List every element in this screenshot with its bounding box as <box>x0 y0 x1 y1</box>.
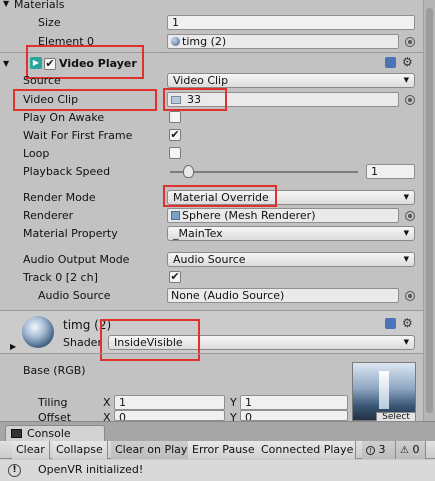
element0-value: timg (2) <box>182 35 227 48</box>
console-tab[interactable]: Console <box>5 425 105 442</box>
base-rgb-label: Base (RGB) <box>23 364 86 377</box>
object-picker-icon[interactable] <box>405 37 415 47</box>
dropdown-arrow-icon: ▼ <box>403 193 409 201</box>
playback-speed-slider-track[interactable] <box>170 171 358 173</box>
material-sphere-icon <box>171 37 180 46</box>
help-book-icon[interactable] <box>385 57 396 68</box>
source-label: Source <box>23 74 61 87</box>
audio-output-dropdown[interactable]: Audio Source ▼ <box>167 252 415 267</box>
foldout-arrow-icon[interactable]: ▼ <box>3 0 9 8</box>
highlight-render-mode <box>163 185 277 207</box>
clear-button[interactable]: Clear <box>12 441 50 459</box>
connected-player-button[interactable]: Connected Playe <box>257 441 356 459</box>
wait-first-frame-checkbox[interactable]: ✔ <box>169 129 181 141</box>
dropdown-arrow-icon: ▼ <box>403 229 409 237</box>
offset-y-field[interactable]: 0 <box>240 410 348 421</box>
warning-count: 0 <box>412 443 420 456</box>
collapse-button[interactable]: Collapse <box>52 441 108 459</box>
foldout-arrow-icon[interactable]: ▶ <box>10 342 16 351</box>
renderer-label: Renderer <box>23 209 74 222</box>
audio-output-label: Audio Output Mode <box>23 253 130 266</box>
console-message: OpenVR initialized! <box>38 463 144 476</box>
tiling-label: Tiling <box>38 396 68 409</box>
material-property-label: Material Property <box>23 227 118 240</box>
texture-highlight <box>379 371 389 409</box>
renderer-value: Sphere (Mesh Renderer) <box>182 209 316 222</box>
highlight-video-clip-field <box>163 88 227 111</box>
materials-header: Materials <box>14 0 65 11</box>
size-label: Size <box>38 16 61 29</box>
console-log-row[interactable]: ! OpenVR initialized! <box>0 460 435 481</box>
wait-first-frame-label: Wait For First Frame <box>23 129 133 142</box>
material-property-value: _MainTex <box>173 227 223 240</box>
warning-count-toggle[interactable]: ⚠ 0 <box>396 441 426 459</box>
audio-source-label: Audio Source <box>38 289 111 302</box>
size-field[interactable]: 1 <box>167 15 415 30</box>
mesh-renderer-icon <box>171 211 180 220</box>
gear-icon[interactable]: ⚙ <box>402 316 413 330</box>
audio-output-value: Audio Source <box>173 253 246 266</box>
inspector-panel: ▼ Materials Size 1 Element 0 timg (2) ▼ … <box>0 0 435 424</box>
inspector-scrollbar[interactable] <box>423 0 435 421</box>
tiling-y-label: Y <box>230 396 237 409</box>
audio-source-field[interactable]: None (Audio Source) <box>167 288 399 303</box>
console-icon <box>11 429 22 438</box>
render-mode-label: Render Mode <box>23 191 96 204</box>
scrollbar-thumb[interactable] <box>426 8 433 413</box>
source-value: Video Clip <box>173 74 229 87</box>
track0-label: Track 0 [2 ch] <box>23 271 98 284</box>
shader-label: Shader <box>63 336 102 349</box>
loop-label: Loop <box>23 147 50 160</box>
divider <box>0 353 423 354</box>
dropdown-arrow-icon: ▼ <box>403 255 409 263</box>
error-icon: ! <box>366 446 375 455</box>
element0-field[interactable]: timg (2) <box>167 34 399 49</box>
info-icon: ! <box>8 464 21 477</box>
object-picker-icon[interactable] <box>405 291 415 301</box>
loop-checkbox[interactable] <box>169 147 181 159</box>
material-property-dropdown[interactable]: _MainTex ▼ <box>167 226 415 241</box>
tiling-y-field[interactable]: 1 <box>240 395 348 410</box>
tiling-x-label: X <box>103 396 111 409</box>
highlight-video-clip-label <box>13 89 157 111</box>
source-dropdown[interactable]: Video Clip ▼ <box>167 73 415 88</box>
error-pause-button[interactable]: Error Pause <box>188 441 260 459</box>
object-picker-icon[interactable] <box>405 95 415 105</box>
help-book-icon[interactable] <box>385 318 396 329</box>
play-on-awake-checkbox[interactable] <box>169 111 181 123</box>
material-preview-thumbnail <box>22 316 54 348</box>
play-on-awake-label: Play On Awake <box>23 111 105 124</box>
error-count-toggle[interactable]: ! 3 <box>362 441 396 459</box>
track0-checkbox[interactable]: ✔ <box>169 271 181 283</box>
clear-on-play-button[interactable]: Clear on Play <box>111 441 193 459</box>
error-count: 3 <box>378 443 386 456</box>
playback-speed-field[interactable]: 1 <box>366 164 415 179</box>
dropdown-arrow-icon: ▼ <box>403 76 409 84</box>
renderer-field[interactable]: Sphere (Mesh Renderer) <box>167 208 399 223</box>
foldout-arrow-icon[interactable]: ▼ <box>3 59 9 68</box>
highlight-shader <box>100 319 200 361</box>
console-tab-label: Console <box>27 427 71 440</box>
gear-icon[interactable]: ⚙ <box>402 55 413 69</box>
dropdown-arrow-icon: ▼ <box>403 338 409 346</box>
tiling-x-field[interactable]: 1 <box>114 395 225 410</box>
object-picker-icon[interactable] <box>405 211 415 221</box>
playback-speed-slider-thumb[interactable] <box>183 165 194 178</box>
warning-icon: ⚠ <box>400 445 409 456</box>
offset-x-field[interactable]: 0 <box>114 410 225 421</box>
playback-speed-label: Playback Speed <box>23 165 111 178</box>
